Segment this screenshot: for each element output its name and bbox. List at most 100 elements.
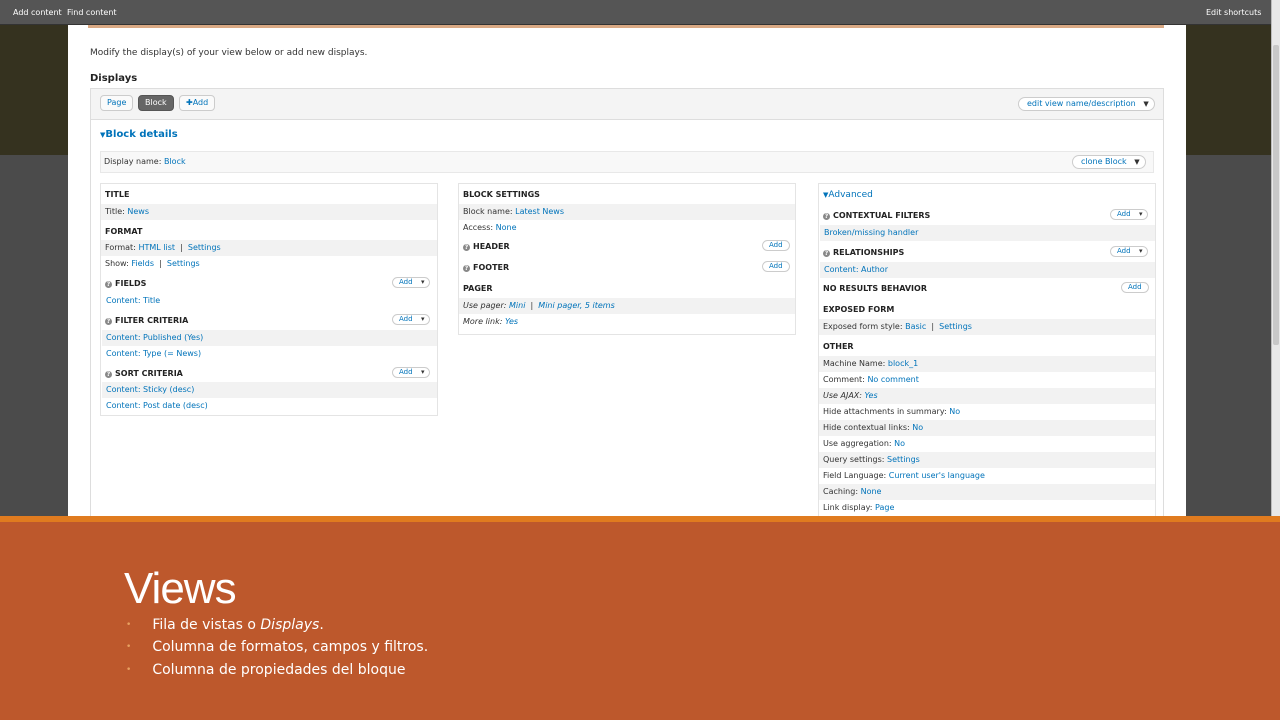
filter-add-button[interactable]: Add — [392, 314, 430, 325]
scrollbar-thumb[interactable] — [1273, 45, 1279, 345]
plus-icon: ✚ — [186, 98, 193, 107]
relationships-add-button[interactable]: Add — [1110, 246, 1148, 257]
bullet-1-em: Displays — [260, 617, 320, 633]
advanced-label: Advanced — [828, 190, 873, 200]
no-results-add-button[interactable]: Add — [1121, 282, 1149, 293]
clone-block-button[interactable]: clone Block ▼ — [1072, 155, 1146, 169]
sort-item[interactable]: Content: Sticky (desc) — [102, 382, 437, 398]
presentation-slide: Views • Fila de vistas o Displays. • Colum… — [0, 522, 1280, 720]
exposed-form-value[interactable]: Basic — [905, 322, 926, 331]
edit-view-name-button[interactable]: edit view name/description ▼ — [1018, 97, 1155, 111]
other-setting-label: Use aggregation: — [823, 439, 892, 448]
other-setting-row: Caching: None — [819, 484, 1155, 500]
format-settings-link[interactable]: Settings — [188, 243, 221, 252]
tab-block[interactable]: Block — [138, 95, 174, 111]
relationships-label: RELATIONSHIPS — [833, 248, 905, 257]
more-link-row: More link: Yes — [459, 314, 795, 330]
add-display-button[interactable]: ✚Add — [179, 95, 216, 111]
displays-heading: Displays — [90, 73, 138, 84]
sort-item[interactable]: Content: Post date (desc) — [102, 398, 437, 414]
show-row: Show: Fields | Settings — [105, 259, 200, 268]
bullet-2-text: Columna de formatos, campos y filtros. — [152, 639, 429, 655]
other-setting-row: Comment: No comment — [819, 372, 1155, 388]
contextual-filter-item[interactable]: Broken/missing handler — [820, 225, 1155, 241]
format-value[interactable]: HTML list — [138, 243, 175, 252]
other-setting-value[interactable]: Page — [875, 503, 894, 512]
use-pager-detail[interactable]: Mini pager, 5 items — [538, 301, 614, 310]
other-setting-label: Caching: — [823, 487, 859, 496]
slide-bullet-3: • Columna de propiedades del bloque — [126, 662, 405, 678]
exposed-form-settings-link[interactable]: Settings — [939, 322, 972, 331]
use-pager-value[interactable]: Mini — [509, 301, 525, 310]
column-advanced: ▼Advanced ?CONTEXTUAL FILTERS Add Broken… — [818, 183, 1156, 517]
other-setting-value[interactable]: No — [949, 407, 960, 416]
pager-heading: PAGER — [463, 284, 493, 293]
help-icon: ? — [105, 371, 112, 378]
header-add-button[interactable]: Add — [762, 240, 790, 251]
title-value[interactable]: News — [127, 207, 149, 216]
other-setting-label: Hide attachments in summary: — [823, 407, 947, 416]
advanced-toggle[interactable]: ▼Advanced — [823, 190, 873, 200]
contextual-add-button[interactable]: Add — [1110, 209, 1148, 220]
sort-criteria-label: SORT CRITERIA — [115, 369, 183, 378]
edit-shortcuts-link[interactable]: Edit shortcuts — [1206, 8, 1261, 17]
title-label: Title: — [105, 207, 125, 216]
filter-item[interactable]: Content: Published (Yes) — [102, 330, 437, 346]
other-setting-label: Machine Name: — [823, 359, 886, 368]
other-setting-label: Comment: — [823, 375, 865, 384]
other-setting-label: Query settings: — [823, 455, 885, 464]
access-label: Access: — [463, 223, 494, 232]
find-content-link[interactable]: Find content — [67, 8, 117, 17]
other-setting-label: Use AJAX: — [823, 391, 862, 400]
field-item[interactable]: Content: Title — [102, 293, 437, 309]
use-pager-row: Use pager: Mini | Mini pager, 5 items — [459, 298, 795, 314]
add-content-link[interactable]: Add content — [13, 8, 62, 17]
other-setting-value[interactable]: No — [894, 439, 905, 448]
footer-add-button[interactable]: Add — [762, 261, 790, 272]
other-setting-label: Link display: — [823, 503, 873, 512]
access-value[interactable]: None — [496, 223, 517, 232]
header-heading-label: HEADER — [473, 242, 510, 251]
other-setting-value[interactable]: No — [912, 423, 923, 432]
other-setting-value[interactable]: Current user's language — [889, 471, 985, 480]
display-tabs-bar: Page Block ✚Add edit view name/descripti… — [90, 88, 1164, 120]
exposed-form-label: Exposed form style: — [823, 322, 903, 331]
other-setting-value[interactable]: No comment — [867, 375, 918, 384]
display-name-value[interactable]: Block — [164, 157, 186, 166]
filter-item[interactable]: Content: Type (= News) — [102, 346, 437, 362]
admin-toolbar: Add content Find content Edit shortcuts — [0, 0, 1280, 25]
other-setting-value[interactable]: None — [861, 487, 882, 496]
bullet-icon: • — [126, 620, 132, 630]
contextual-filters-heading: ? CONTEXTUAL FILTERS — [823, 211, 930, 220]
sort-add-button[interactable]: Add — [392, 367, 430, 378]
fields-add-button[interactable]: Add — [392, 277, 430, 288]
slide-title: Views — [124, 564, 237, 613]
format-heading: FORMAT — [105, 227, 143, 236]
show-settings-link[interactable]: Settings — [167, 259, 200, 268]
title-row: Title: News — [101, 204, 437, 220]
chevron-down-icon: ▼ — [1134, 158, 1140, 166]
help-icon: ? — [463, 265, 470, 272]
other-setting-row: Use aggregation: No — [819, 436, 1155, 452]
show-value[interactable]: Fields — [131, 259, 154, 268]
block-details-toggle[interactable]: ▼Block details — [100, 129, 178, 140]
display-name-label: Display name: — [104, 157, 162, 166]
other-setting-value[interactable]: Yes — [865, 391, 878, 400]
other-setting-row: Link display: Page — [819, 500, 1155, 516]
help-icon: ? — [463, 244, 470, 251]
more-link-value[interactable]: Yes — [505, 317, 518, 326]
other-setting-value[interactable]: Settings — [887, 455, 920, 464]
block-name-row: Block name: Latest News — [459, 204, 795, 220]
message-border — [88, 25, 1164, 28]
tab-page[interactable]: Page — [100, 95, 134, 111]
other-heading: OTHER — [823, 342, 854, 351]
page-scrollbar[interactable] — [1271, 0, 1280, 517]
help-icon: ? — [105, 318, 112, 325]
other-setting-row: Hide contextual links: No — [819, 420, 1155, 436]
relationship-item[interactable]: Content: Author — [820, 262, 1155, 278]
other-setting-value[interactable]: block_1 — [888, 359, 918, 368]
slide-bullet-1: • Fila de vistas o Displays. — [126, 617, 324, 633]
block-name-value[interactable]: Latest News — [515, 207, 564, 216]
add-display-label: Add — [192, 98, 209, 107]
help-icon: ? — [105, 281, 112, 288]
